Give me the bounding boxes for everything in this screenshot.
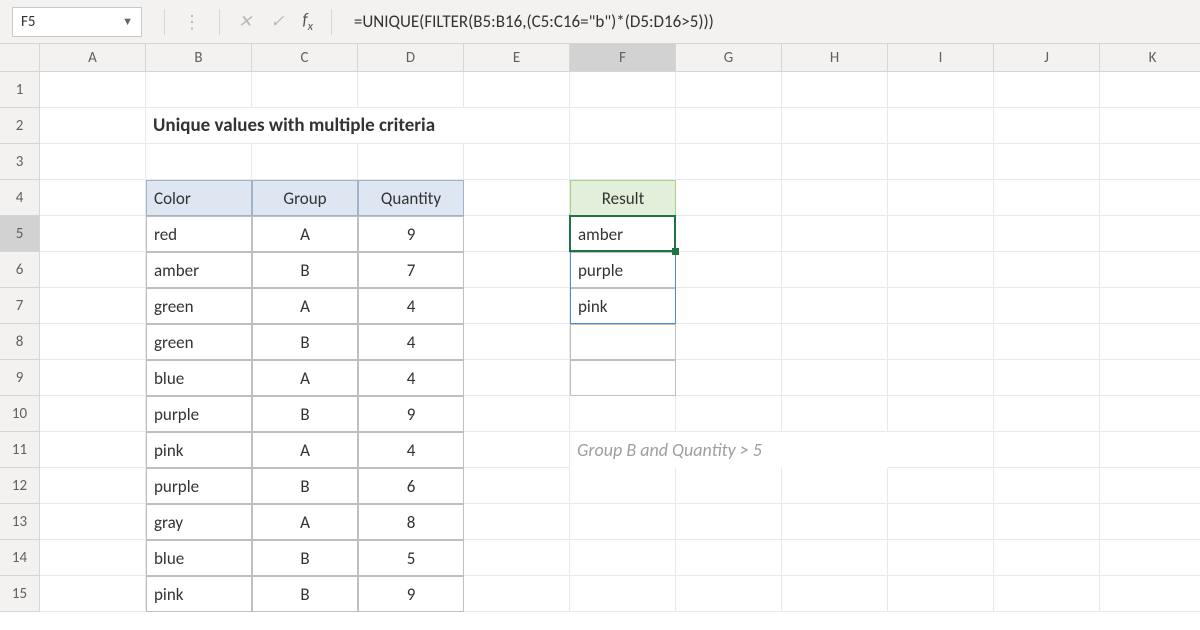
table-cell[interactable]: blue: [146, 540, 252, 576]
table-cell[interactable]: red: [146, 216, 252, 252]
chevron-down-icon[interactable]: ▼: [122, 15, 133, 28]
col-header[interactable]: J: [994, 44, 1100, 71]
more-icon: ⋮: [183, 13, 201, 31]
table-cell[interactable]: 4: [358, 324, 464, 360]
row-header[interactable]: 4: [0, 180, 40, 216]
col-header[interactable]: A: [40, 44, 146, 71]
table-cell[interactable]: pink: [146, 576, 252, 612]
row-header[interactable]: 14: [0, 540, 40, 576]
table-cell[interactable]: A: [252, 504, 358, 540]
result-cell[interactable]: purple: [570, 252, 676, 288]
col-header[interactable]: E: [464, 44, 570, 71]
cell[interactable]: [40, 72, 146, 108]
table-cell[interactable]: 5: [358, 540, 464, 576]
col-header[interactable]: F: [570, 44, 676, 71]
table-cell[interactable]: amber: [146, 252, 252, 288]
confirm-icon[interactable]: ✓: [270, 11, 284, 32]
result-header: Result: [570, 180, 676, 216]
table-header-color: Color: [146, 180, 252, 216]
col-header[interactable]: G: [676, 44, 782, 71]
caption-text: Group B and Quantity > 5: [570, 432, 888, 468]
row-header[interactable]: 5: [0, 216, 40, 252]
table-cell[interactable]: 9: [358, 216, 464, 252]
spreadsheet-grid[interactable]: 1 2 Unique values with multiple criteria…: [0, 72, 1200, 612]
row-header[interactable]: 15: [0, 576, 40, 612]
result-cell[interactable]: [570, 360, 676, 396]
row-header[interactable]: 10: [0, 396, 40, 432]
table-cell[interactable]: A: [252, 432, 358, 468]
table-cell[interactable]: purple: [146, 396, 252, 432]
result-cell[interactable]: amber: [570, 216, 676, 252]
table-cell[interactable]: pink: [146, 432, 252, 468]
table-cell[interactable]: 6: [358, 468, 464, 504]
row-header[interactable]: 7: [0, 288, 40, 324]
table-cell[interactable]: 9: [358, 576, 464, 612]
table-cell[interactable]: B: [252, 396, 358, 432]
col-header[interactable]: I: [888, 44, 994, 71]
row-header[interactable]: 1: [0, 72, 40, 108]
table-cell[interactable]: purple: [146, 468, 252, 504]
col-header[interactable]: C: [252, 44, 358, 71]
table-cell[interactable]: A: [252, 288, 358, 324]
row-header[interactable]: 6: [0, 252, 40, 288]
table-cell[interactable]: 4: [358, 360, 464, 396]
table-cell[interactable]: A: [252, 216, 358, 252]
table-cell[interactable]: 7: [358, 252, 464, 288]
table-cell[interactable]: green: [146, 288, 252, 324]
formula-input[interactable]: =UNIQUE(FILTER(B5:B16,(C5:C16="b")*(D5:D…: [354, 11, 1188, 32]
col-header[interactable]: B: [146, 44, 252, 71]
result-cell[interactable]: [570, 324, 676, 360]
name-box[interactable]: F5 ▼: [12, 7, 142, 37]
table-cell[interactable]: 4: [358, 432, 464, 468]
table-cell[interactable]: B: [252, 540, 358, 576]
table-cell[interactable]: 8: [358, 504, 464, 540]
table-cell[interactable]: B: [252, 252, 358, 288]
row-header[interactable]: 11: [0, 432, 40, 468]
col-header[interactable]: D: [358, 44, 464, 71]
page-title: Unique values with multiple criteria: [146, 108, 570, 144]
row-header[interactable]: 3: [0, 144, 40, 180]
table-cell[interactable]: B: [252, 576, 358, 612]
column-headers: A B C D E F G H I J K: [0, 44, 1200, 72]
formula-bar: F5 ▼ ⋮ ✕ ✓ =UNIQUE(FILTER(B5:B16,(C5:C16…: [0, 0, 1200, 44]
table-cell[interactable]: B: [252, 324, 358, 360]
col-header[interactable]: K: [1100, 44, 1200, 71]
table-cell[interactable]: B: [252, 468, 358, 504]
table-cell[interactable]: 4: [358, 288, 464, 324]
row-header[interactable]: 13: [0, 504, 40, 540]
row-header[interactable]: 12: [0, 468, 40, 504]
name-box-value: F5: [21, 13, 122, 31]
table-cell[interactable]: green: [146, 324, 252, 360]
row-header[interactable]: 2: [0, 108, 40, 144]
table-cell[interactable]: 9: [358, 396, 464, 432]
formula-controls: ⋮ ✕ ✓: [154, 9, 342, 35]
table-cell[interactable]: gray: [146, 504, 252, 540]
table-header-qty: Quantity: [358, 180, 464, 216]
row-header[interactable]: 8: [0, 324, 40, 360]
col-header[interactable]: H: [782, 44, 888, 71]
result-cell[interactable]: pink: [570, 288, 676, 324]
row-header[interactable]: 9: [0, 360, 40, 396]
table-cell[interactable]: A: [252, 360, 358, 396]
table-header-group: Group: [252, 180, 358, 216]
select-all-corner[interactable]: [0, 44, 40, 71]
fx-icon[interactable]: [303, 9, 313, 33]
table-cell[interactable]: blue: [146, 360, 252, 396]
cancel-icon[interactable]: ✕: [238, 11, 252, 32]
